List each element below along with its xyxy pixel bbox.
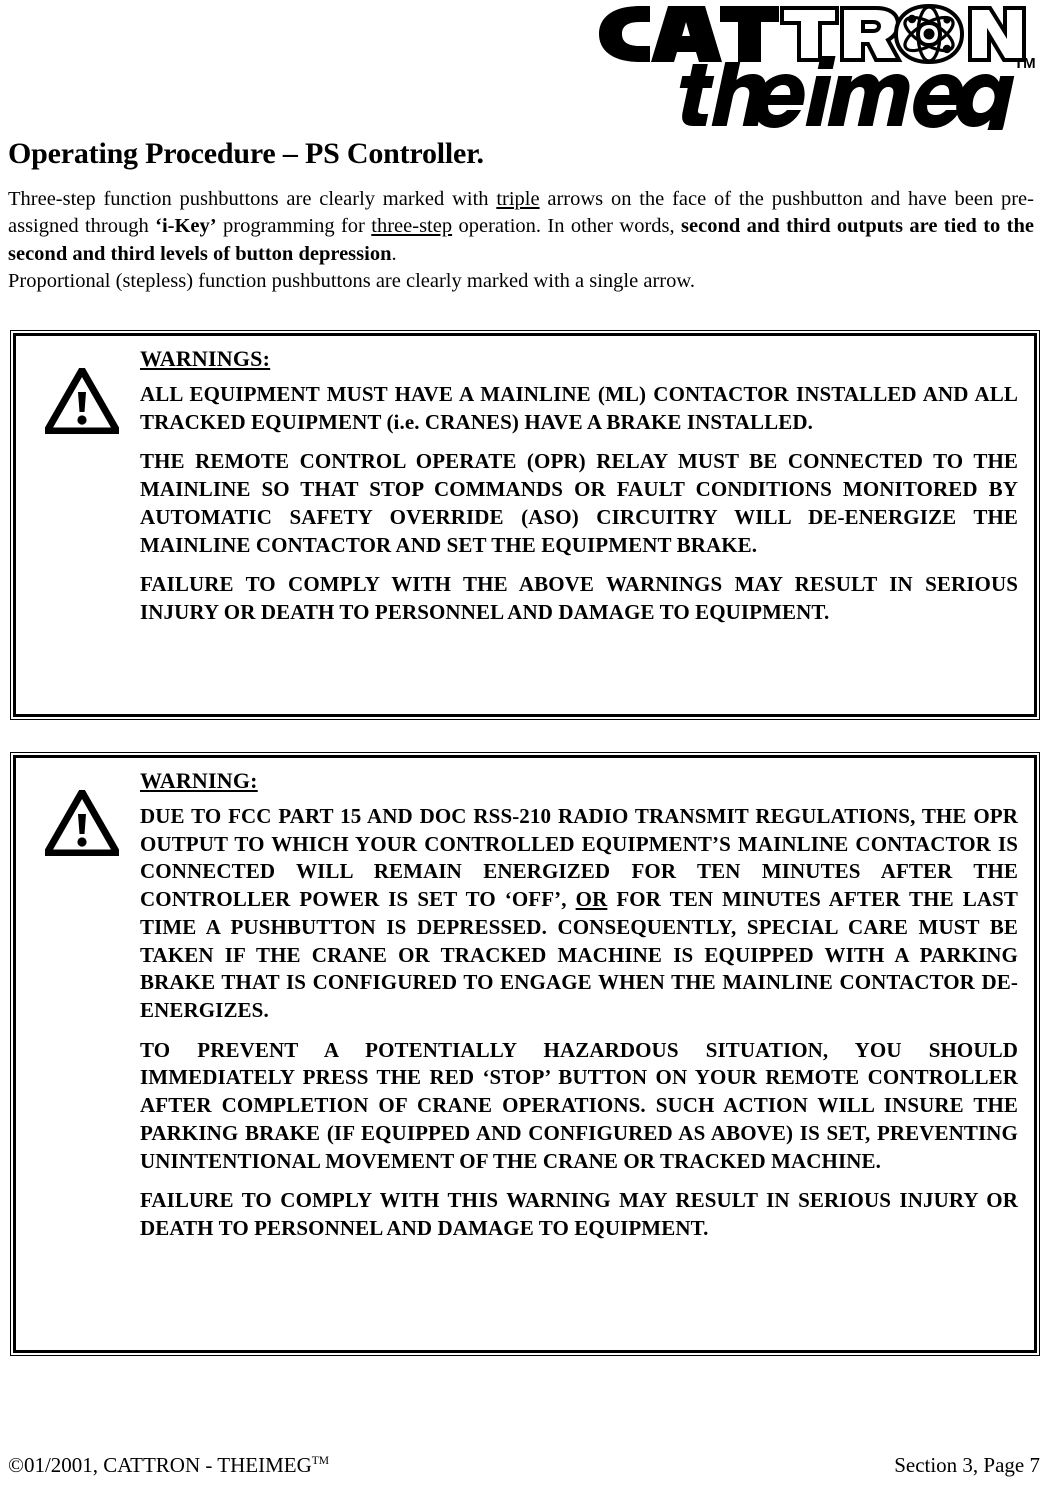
footer-copyright: ©01/2001, CATTRON - THEIMEGTM: [8, 1453, 329, 1478]
footer-tm-mark: TM: [311, 1455, 330, 1467]
warnings-box-inner: WARNINGS: ALL EQUIPMENT MUST HAVE A MAIN…: [13, 333, 1037, 717]
logo-tm-mark: TM: [1014, 55, 1036, 72]
warnings-paragraph-1: ALL EQUIPMENT MUST HAVE A MAINLINE (ML) …: [140, 382, 1018, 434]
warning-box: WARNING: DUE TO FCC PART 15 AND DOC RSS-…: [10, 752, 1040, 1356]
footer-section-page: Section 3, Page 7: [894, 1453, 1040, 1477]
footer-copyright-text: 01/2001, CATTRON - THEIMEG: [23, 1453, 312, 1477]
warnings-text-cell: WARNINGS: ALL EQUIPMENT MUST HAVE A MAIN…: [138, 346, 1018, 627]
intro-seg-3: programming for: [216, 215, 372, 238]
intro-seg-4: operation. In other words,: [452, 215, 682, 238]
warning-icon-cell: [26, 768, 138, 856]
page-title: Operating Procedure – PS Controller.: [8, 137, 484, 170]
logo-svg: TM: [599, 3, 1036, 130]
warning-heading: WARNING:: [140, 768, 258, 793]
intro-underline-triple: triple: [496, 188, 540, 210]
warning-underline-or: OR: [575, 887, 608, 912]
warning-box-inner: WARNING: DUE TO FCC PART 15 AND DOC RSS-…: [13, 755, 1037, 1353]
warnings-icon-cell: [26, 346, 138, 434]
intro-bold-ikey: ‘i-Key’: [155, 215, 217, 238]
warning-paragraph-2: TO PREVENT A POTENTIALLY HAZARDOUS SITUA…: [140, 1037, 1018, 1173]
intro-seg-1: Three-step function pushbuttons are clea…: [8, 188, 497, 210]
intro-underline-threestep: three-step: [371, 215, 453, 238]
document-page: TM Operating Procedure – PS Controller. …: [0, 0, 1050, 1494]
warning-text-cell: WARNING: DUE TO FCC PART 15 AND DOC RSS-…: [138, 768, 1018, 1243]
intro-text: Three-step function pushbuttons are clea…: [8, 186, 1034, 295]
warning-paragraph-1: DUE TO FCC PART 15 AND DOC RSS-210 RADIO…: [140, 803, 1018, 1025]
warnings-paragraph-3: FAILURE TO COMPLY WITH THE ABOVE WARNING…: [140, 572, 1018, 625]
warning-triangle-icon: [45, 790, 119, 856]
copyright-icon: ©: [8, 1453, 24, 1477]
warnings-paragraph-2: THE REMOTE CONTROL OPERATE (OPR) RELAY M…: [140, 449, 1018, 557]
intro-seg-5: .: [391, 242, 397, 265]
intro-paragraph-2: Proportional (stepless) function pushbut…: [8, 269, 695, 292]
warnings-heading: WARNINGS:: [140, 346, 271, 371]
warnings-box: WARNINGS: ALL EQUIPMENT MUST HAVE A MAIN…: [10, 330, 1040, 720]
warning-paragraph-3: FAILURE TO COMPLY WITH THIS WARNING MAY …: [140, 1188, 1018, 1241]
warning-triangle-icon: [45, 368, 119, 434]
intro-paragraph-1: Three-step function pushbuttons are clea…: [8, 186, 1034, 268]
company-logo: TM: [596, 2, 1036, 130]
page-footer: ©01/2001, CATTRON - THEIMEGTM Section 3,…: [8, 1453, 1040, 1478]
